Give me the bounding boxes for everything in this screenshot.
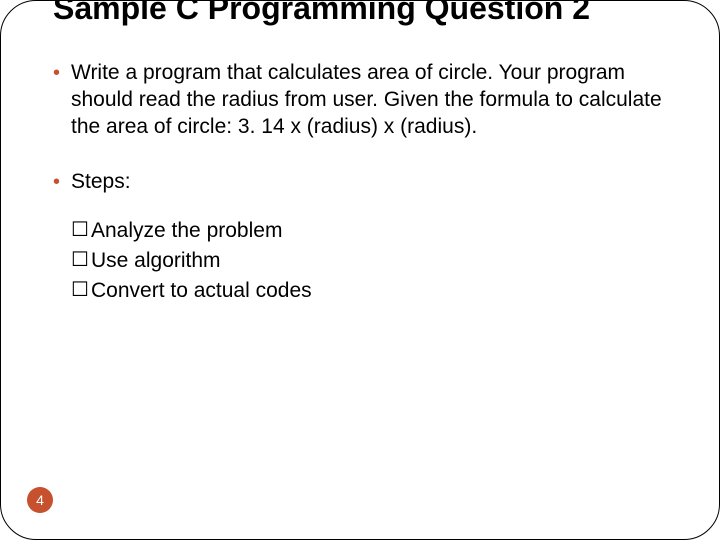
bullet-text: Write a program that calculates area of … <box>71 60 673 141</box>
slide-title: Sample C Programming Question 2 <box>53 0 673 26</box>
bullet-item: • Write a program that calculates area o… <box>53 60 673 141</box>
slide-body: • Write a program that calculates area o… <box>53 60 673 304</box>
bullet-text: Steps: <box>71 169 131 196</box>
step-item: ☐ Use algorithm <box>71 248 673 274</box>
steps-list: ☐ Analyze the problem ☐ Use algorithm ☐ … <box>71 218 673 305</box>
step-text: Convert to actual codes <box>91 278 312 304</box>
checkbox-icon: ☐ <box>71 278 89 302</box>
checkbox-icon: ☐ <box>71 218 89 242</box>
step-item: ☐ Convert to actual codes <box>71 278 673 304</box>
step-item: ☐ Analyze the problem <box>71 218 673 244</box>
slide-content: Sample C Programming Question 2 • Write … <box>53 1 673 308</box>
step-text: Analyze the problem <box>91 218 282 244</box>
bullet-dot-icon: • <box>53 169 71 196</box>
bullet-item: • Steps: <box>53 169 673 196</box>
bullet-dot-icon: • <box>53 60 71 141</box>
page-number-badge: 4 <box>27 487 53 513</box>
checkbox-icon: ☐ <box>71 248 89 272</box>
step-text: Use algorithm <box>91 248 221 274</box>
slide-frame: Sample C Programming Question 2 • Write … <box>0 0 720 540</box>
